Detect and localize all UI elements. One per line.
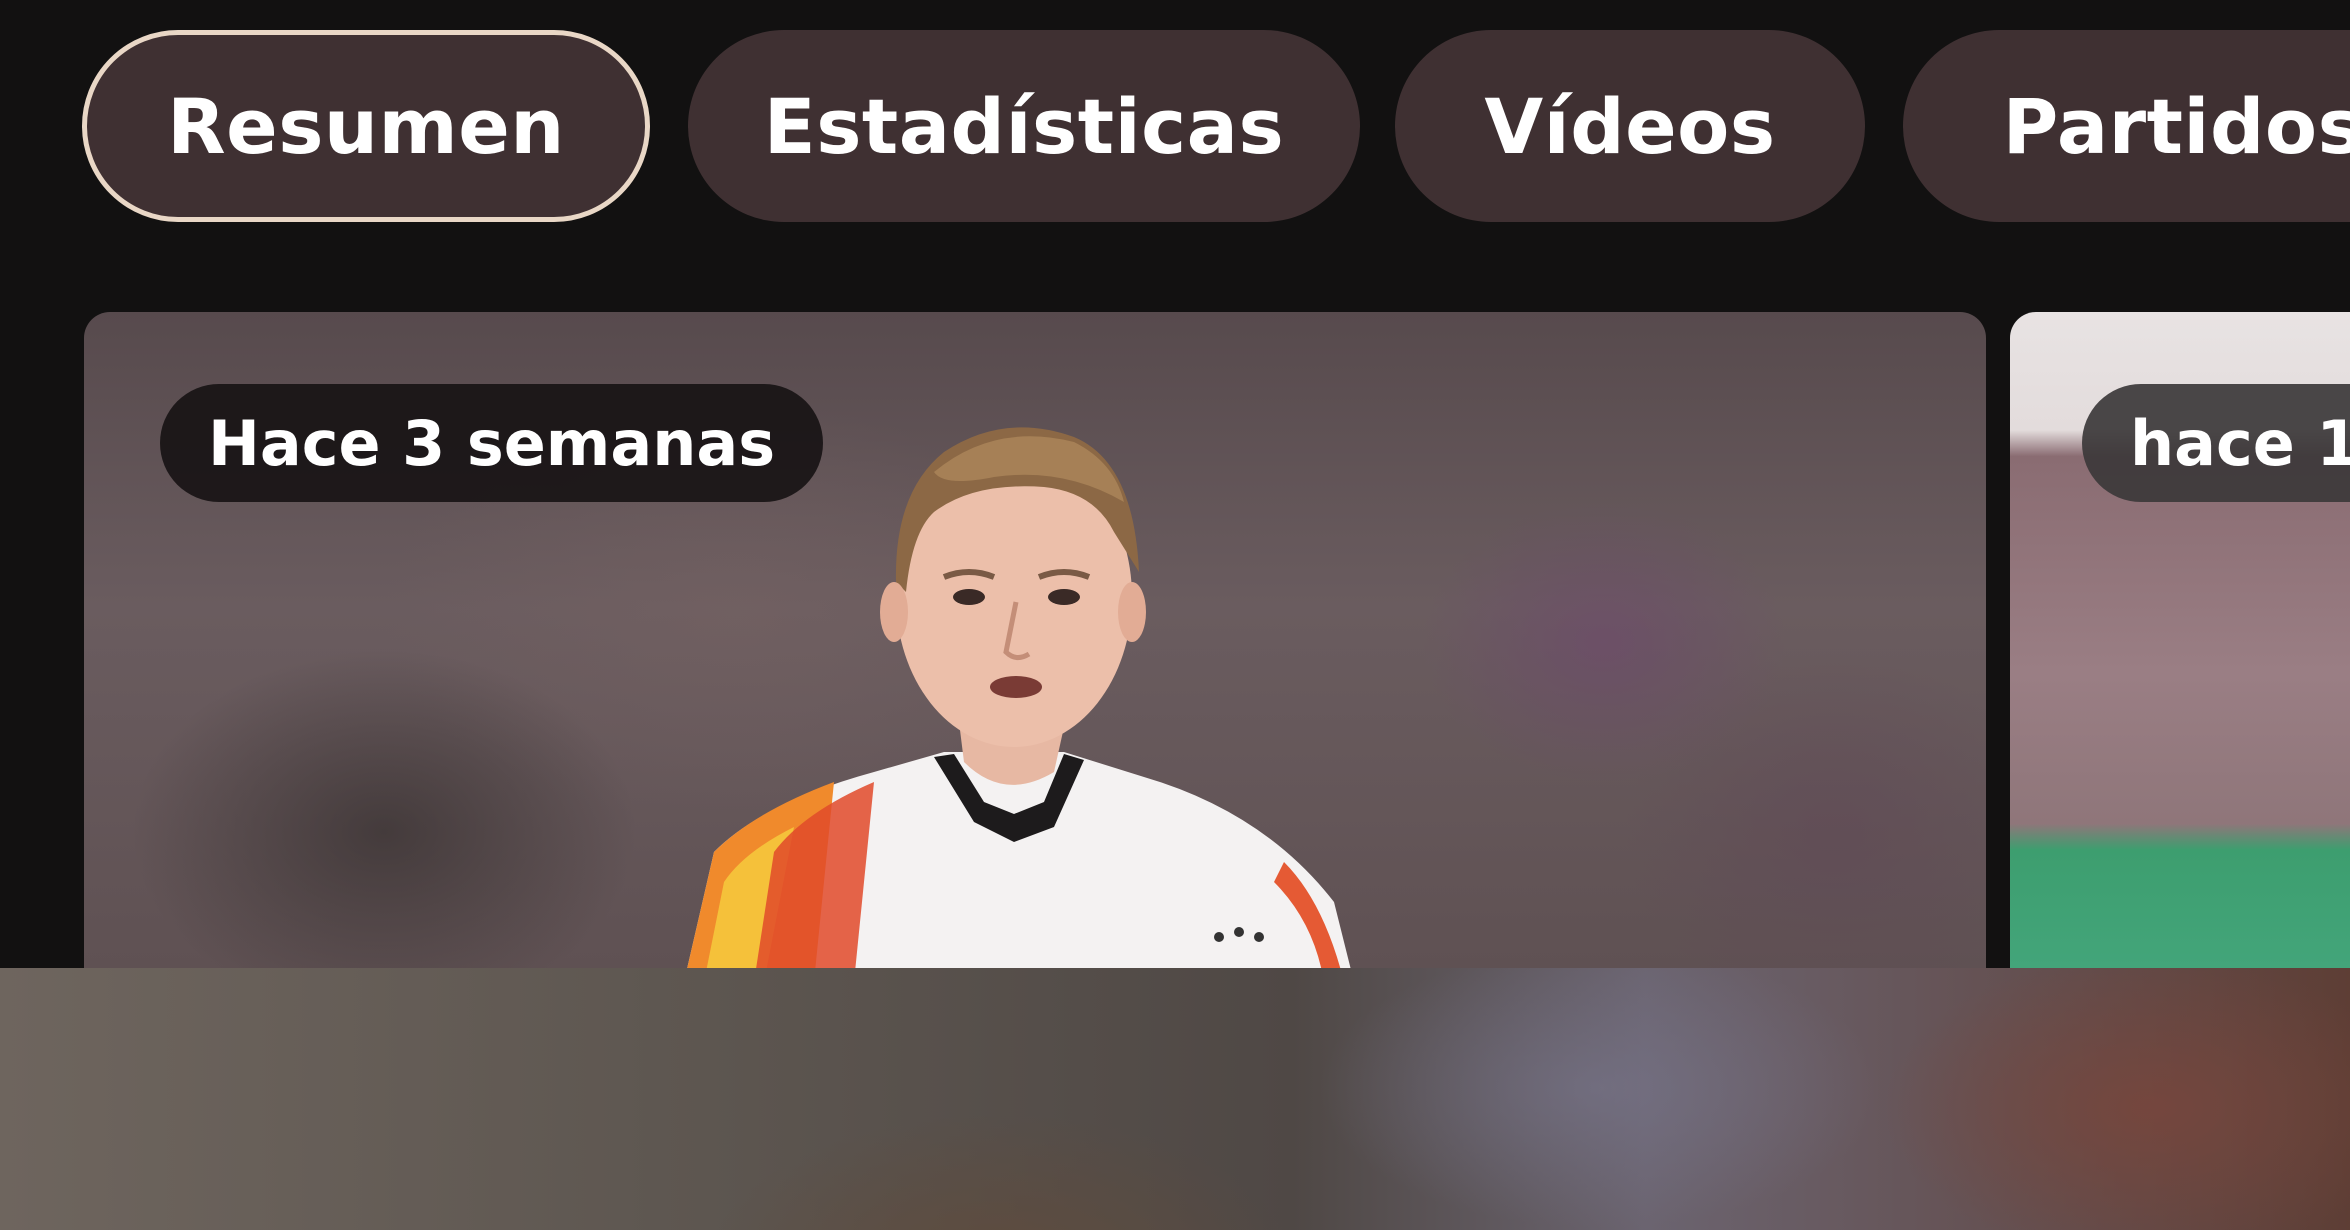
tab-videos[interactable]: Vídeos: [1395, 30, 1865, 222]
app-screen: Resumen Estadísticas Vídeos Partidos Hac…: [0, 0, 2350, 1230]
tab-partidos[interactable]: Partidos: [1903, 30, 2350, 222]
news-card[interactable]: hace 1: [2010, 312, 2350, 968]
tab-estadisticas[interactable]: Estadísticas: [688, 30, 1360, 222]
news-card[interactable]: Hace 3 semanas: [84, 312, 1986, 968]
time-badge: hace 1: [2082, 384, 2350, 502]
tab-resumen[interactable]: Resumen: [82, 30, 650, 222]
time-badge: Hace 3 semanas: [160, 384, 824, 502]
media-preview[interactable]: [0, 968, 2350, 1230]
